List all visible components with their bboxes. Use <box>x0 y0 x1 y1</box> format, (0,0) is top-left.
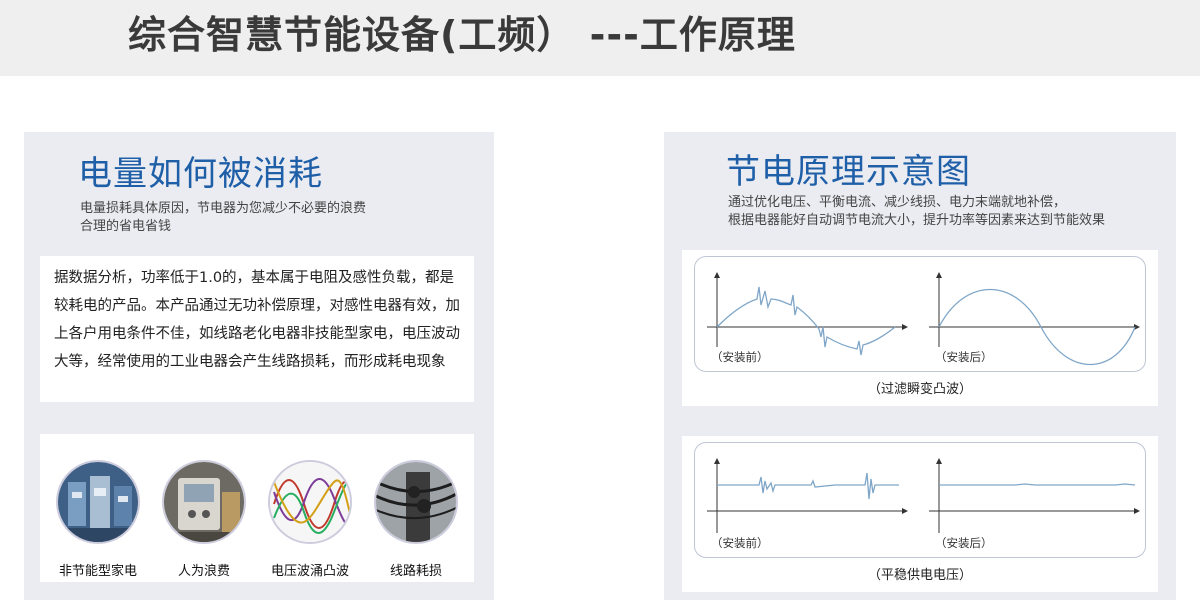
stable-voltage-caption: （平稳供电电压） <box>867 568 972 583</box>
after-stable-voltage <box>939 483 1136 486</box>
before-unstable-voltage <box>717 472 899 500</box>
waveform-icon <box>268 460 352 544</box>
cause-label: 电压波涌凸波 <box>270 564 349 579</box>
principle-subtitle: 通过优化电压、平衡电流、减少线损、电力末端就地补偿， 根据电器能好自动调节电流大… <box>728 194 1105 230</box>
appliance-icon <box>162 460 246 544</box>
stable-voltage-diagram: （安装前） （安装后） （平稳供电电压） <box>682 436 1158 592</box>
principle-heading: 节电原理示意图 <box>726 152 971 192</box>
machinery-icon <box>56 460 140 544</box>
cause-label: 非节能型家电 <box>58 564 137 579</box>
cause-item-surge: 电压波涌凸波 <box>260 460 360 579</box>
causes-card: 非节能型家电 人为浪费 电压波涌凸波 线路耗损 <box>40 434 474 582</box>
before-label: （安装前） <box>711 350 769 364</box>
page-title: 综合智慧节能设备(工频） ---工作原理 <box>128 13 796 57</box>
after-label: （安装后） <box>935 536 993 550</box>
wires-icon <box>374 460 458 544</box>
transient-filter-diagram: （安装前） （安装后） （过滤瞬变凸波） <box>682 250 1158 406</box>
stable-voltage-frame: （安装前） （安装后） <box>694 442 1146 558</box>
principle-subtitle-line2: 根据电器能好自动调节电流大小，提升功率等因素来达到节能效果 <box>728 213 1106 228</box>
consumption-subtitle: 电量损耗具体原因，节电器为您减少不必要的浪费 合理的省电省钱 <box>80 200 366 236</box>
transient-filter-frame: （安装前） （安装后） <box>694 256 1146 372</box>
principle-subtitle-line1: 通过优化电压、平衡电流、减少线损、电力末端就地补偿， <box>728 195 1067 210</box>
cause-item-lines: 线路耗损 <box>366 460 466 579</box>
consumption-subtitle-line2: 合理的省电省钱 <box>80 219 172 234</box>
transient-filter-caption: （过滤瞬变凸波） <box>867 382 972 397</box>
analysis-text: 据数据分析，功率低于1.0的，基本属于电阻及感性负载，都是较耗电的产品。本产品通… <box>54 270 460 370</box>
header-bar: 综合智慧节能设备(工频） ---工作原理 <box>0 0 1200 76</box>
consumption-panel: 电量如何被消耗 电量损耗具体原因，节电器为您减少不必要的浪费 合理的省电省钱 据… <box>24 132 494 600</box>
cause-item-waste: 人为浪费 <box>154 460 254 579</box>
before-label: （安装前） <box>711 536 769 550</box>
cause-label: 线路耗损 <box>389 564 442 579</box>
after-label: （安装后） <box>935 350 993 364</box>
cause-label: 人为浪费 <box>177 564 230 579</box>
cause-item-appliance: 非节能型家电 <box>48 460 148 579</box>
consumption-heading: 电量如何被消耗 <box>78 154 323 194</box>
consumption-subtitle-line1: 电量损耗具体原因，节电器为您减少不必要的浪费 <box>80 201 367 216</box>
before-distorted-wave <box>716 286 896 356</box>
analysis-card: 据数据分析，功率低于1.0的，基本属于电阻及感性负载，都是较耗电的产品。本产品通… <box>40 256 474 402</box>
